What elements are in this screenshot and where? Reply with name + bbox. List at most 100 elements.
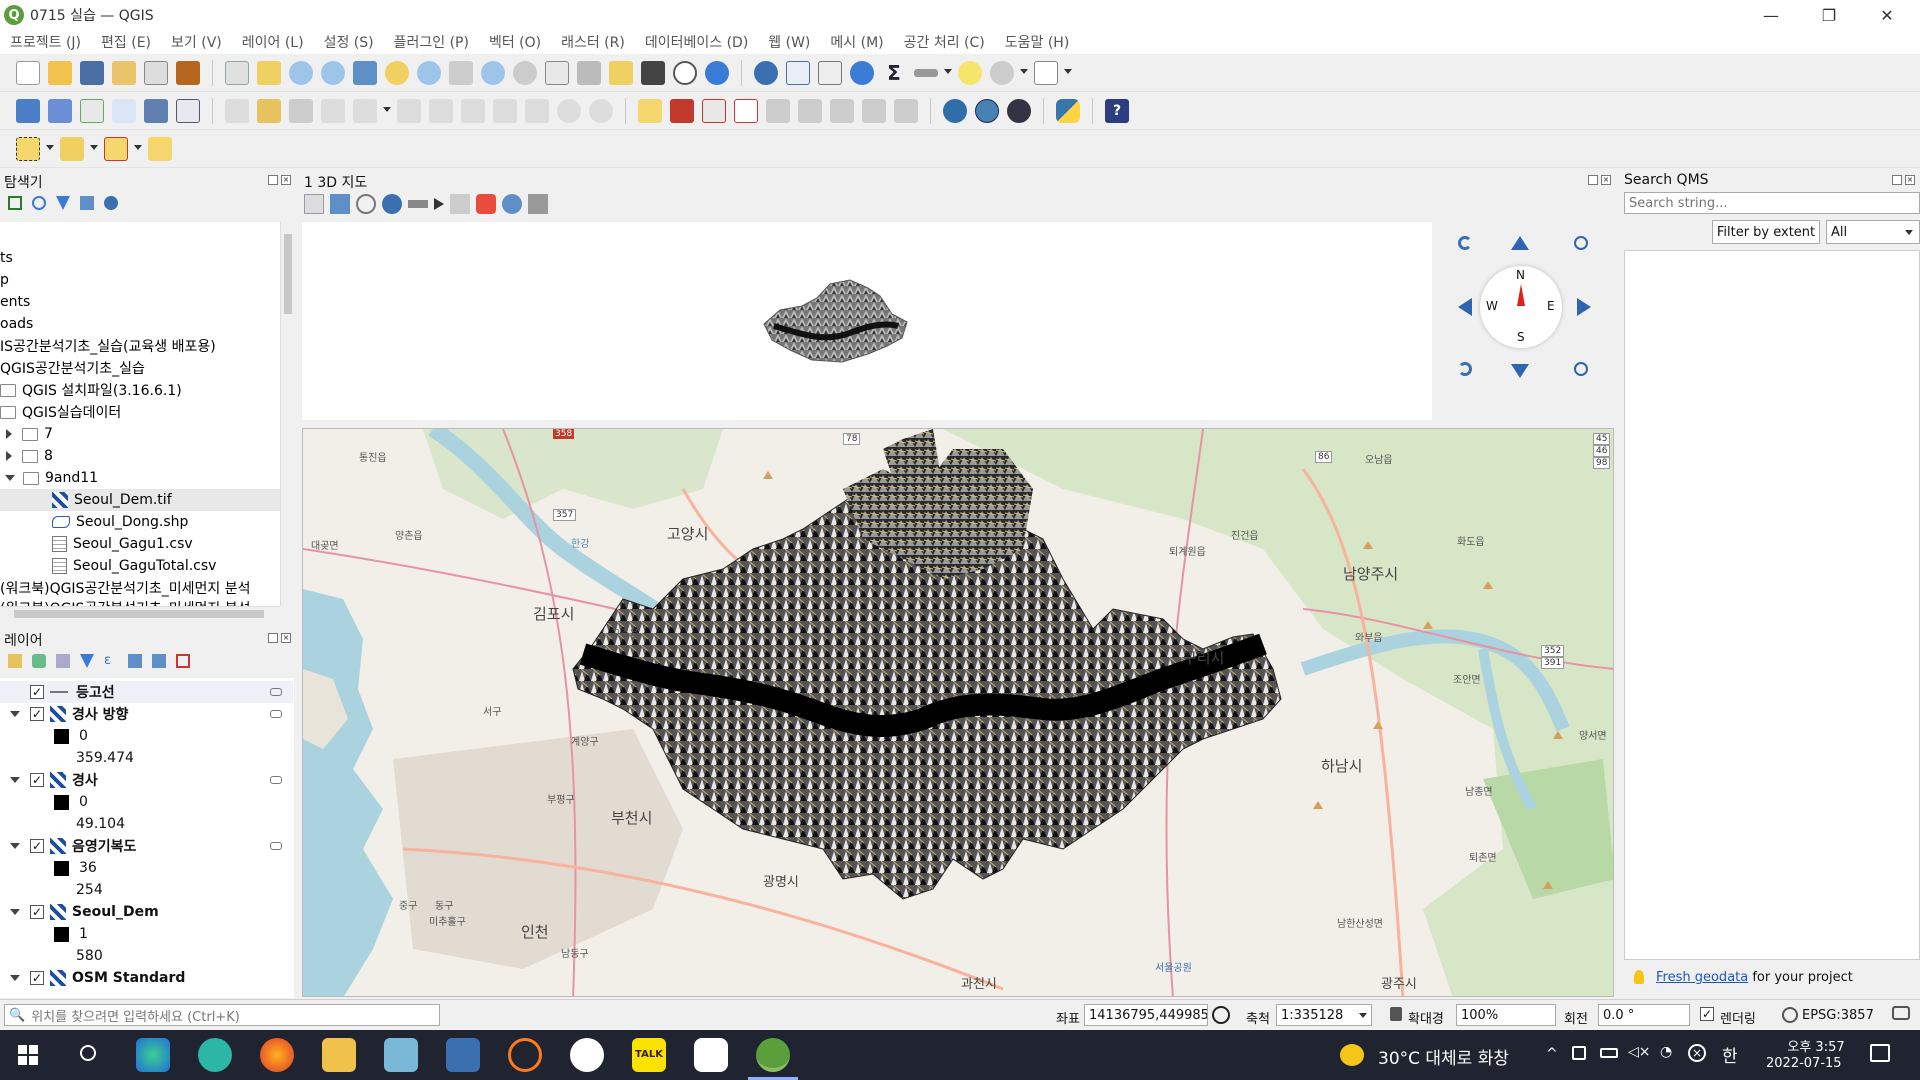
new-virtual-layer-icon[interactable] [176,98,200,123]
refresh-icon[interactable] [705,60,729,85]
fresh-geodata-link[interactable]: Fresh geodata [1656,970,1748,985]
add-selected-icon[interactable] [8,196,22,210]
new-bookmark-icon[interactable] [609,60,633,85]
refresh-icon[interactable] [32,196,46,210]
calculator-icon[interactable] [446,1038,480,1072]
style-panel-icon[interactable] [8,654,22,668]
measure-icon[interactable] [914,68,938,77]
expand-arrow-icon[interactable] [6,429,12,439]
new-map-view-icon[interactable] [545,60,569,85]
coordinate-field[interactable]: 14136795,4499856 [1084,1004,1208,1026]
notes-app-icon[interactable] [384,1038,418,1072]
layer-visibility-checkbox[interactable]: ✓ [30,707,44,721]
filter-select[interactable]: All [1826,220,1920,244]
filter-legend-icon[interactable] [80,654,94,668]
menu-processing[interactable]: 공간 처리 (C) [904,32,985,52]
select-by-value-icon[interactable] [60,136,84,161]
horizontal-scrollbar[interactable] [0,606,280,620]
close-panel-icon[interactable]: × [281,175,291,185]
identify-features-icon[interactable] [754,60,778,85]
layer-indicator-icon[interactable] [270,842,282,850]
manage-themes-icon[interactable] [56,654,70,668]
zoom-full-icon[interactable] [330,194,350,214]
pan-left-icon[interactable] [1458,298,1472,316]
search-icon[interactable] [80,1045,96,1061]
deselect-all-icon[interactable] [104,136,128,161]
collapse-all-icon[interactable] [152,654,166,668]
layer-row[interactable]: ✓ 음영기복도 [0,835,293,857]
weather-text[interactable]: 30°C 대체로 화창 [1378,1044,1509,1069]
toggle-editing-icon[interactable] [257,98,281,123]
menu-plugins[interactable]: 플러그인 (P) [394,32,469,52]
scrollbar-thumb[interactable] [14,610,264,618]
rotate-left-icon[interactable] [1458,236,1472,250]
modify-attributes-icon[interactable] [397,98,421,123]
close-panel-icon[interactable]: × [281,633,291,643]
locator-search[interactable]: 🔍 위치를 찾으려면 입력하세요 (Ctrl+K) [4,1004,440,1026]
crs-button[interactable]: EPSG:3857 [1802,1008,1874,1023]
copy-features-icon[interactable] [493,98,517,123]
tree-item[interactable]: 7 [0,423,53,445]
zoom-layer-icon[interactable] [417,60,441,85]
layer-row[interactable]: ✓ 경사 방향 [0,703,293,725]
tilt-down-icon[interactable] [1511,364,1529,378]
current-edits-icon[interactable] [225,98,249,123]
app-icon[interactable] [570,1038,604,1072]
tree-item[interactable]: Seoul_GaguTotal.csv [0,555,216,577]
menu-edit[interactable]: 편집 (E) [101,32,151,52]
menu-project[interactable]: 프로젝트 (J) [10,32,81,52]
scrollbar-thumb[interactable] [284,234,292,314]
menu-mesh[interactable]: 메시 (M) [830,32,883,52]
select-by-location-icon[interactable] [148,136,172,161]
menu-help[interactable]: 도움말 (H) [1005,32,1070,52]
menu-settings[interactable]: 설정 (S) [324,32,374,52]
zoom-last-icon[interactable] [481,60,505,85]
minimize-button[interactable]: — [1742,0,1800,30]
tree-item[interactable]: ents [0,291,30,313]
identify-icon[interactable] [382,194,402,214]
show-hide-labels-icon[interactable] [734,98,758,123]
animation-icon[interactable] [434,198,444,210]
zoom-in-icon[interactable] [289,60,313,85]
qms-search-input[interactable] [1624,192,1920,214]
zoom-out-icon[interactable] [1574,362,1588,376]
map-themes-icon[interactable] [502,194,522,214]
quickmapservices-icon[interactable] [943,98,967,123]
toggle-extents-icon[interactable] [1212,1006,1230,1024]
battery-icon[interactable] [1600,1048,1618,1058]
pan-hand-icon[interactable] [225,60,249,85]
change-label-icon[interactable] [830,98,854,123]
save-edits-icon[interactable] [289,98,313,123]
add-group-icon[interactable] [32,654,46,668]
style-manager-icon[interactable] [176,60,200,85]
chevron-down-icon[interactable] [383,106,391,115]
close-panel-icon[interactable]: × [1601,175,1611,185]
redo-icon[interactable] [589,98,613,123]
magnifier-field[interactable]: 100% [1456,1004,1556,1026]
qms-settings-icon[interactable] [1007,98,1031,123]
wifi-icon[interactable]: ◔ [1660,1044,1672,1060]
layer-indicator-icon[interactable] [270,710,282,718]
new-3d-map-icon[interactable] [577,60,601,85]
network-error-icon[interactable]: × [1688,1044,1706,1062]
layer-indicator-icon[interactable] [270,688,282,696]
collapse-arrow-icon[interactable] [5,475,15,481]
menu-database[interactable]: 데이터베이스 (D) [645,32,748,52]
scale-field[interactable]: 1:335128 [1276,1004,1372,1026]
pin-labels-icon[interactable] [702,98,726,123]
paste-features-icon[interactable] [525,98,549,123]
tree-item[interactable]: Seoul_Gagu1.csv [0,533,193,555]
add-feature-icon[interactable] [321,98,345,123]
open-project-icon[interactable] [48,60,72,85]
pan-right-icon[interactable] [1577,298,1591,316]
zoom-full-icon[interactable] [353,60,377,85]
clock-date[interactable]: 2022-07-15 [1766,1056,1842,1071]
map-tips-icon[interactable] [958,60,982,85]
clock-time[interactable]: 오후 3:57 [1776,1036,1856,1055]
python-console-icon[interactable] [1056,98,1080,123]
zoom-in-icon[interactable] [1574,236,1588,250]
diagram-options-icon[interactable] [670,98,694,123]
new-project-icon[interactable] [16,60,40,85]
lock-icon[interactable] [1390,1007,1402,1021]
notifications-icon[interactable] [1870,1044,1890,1062]
